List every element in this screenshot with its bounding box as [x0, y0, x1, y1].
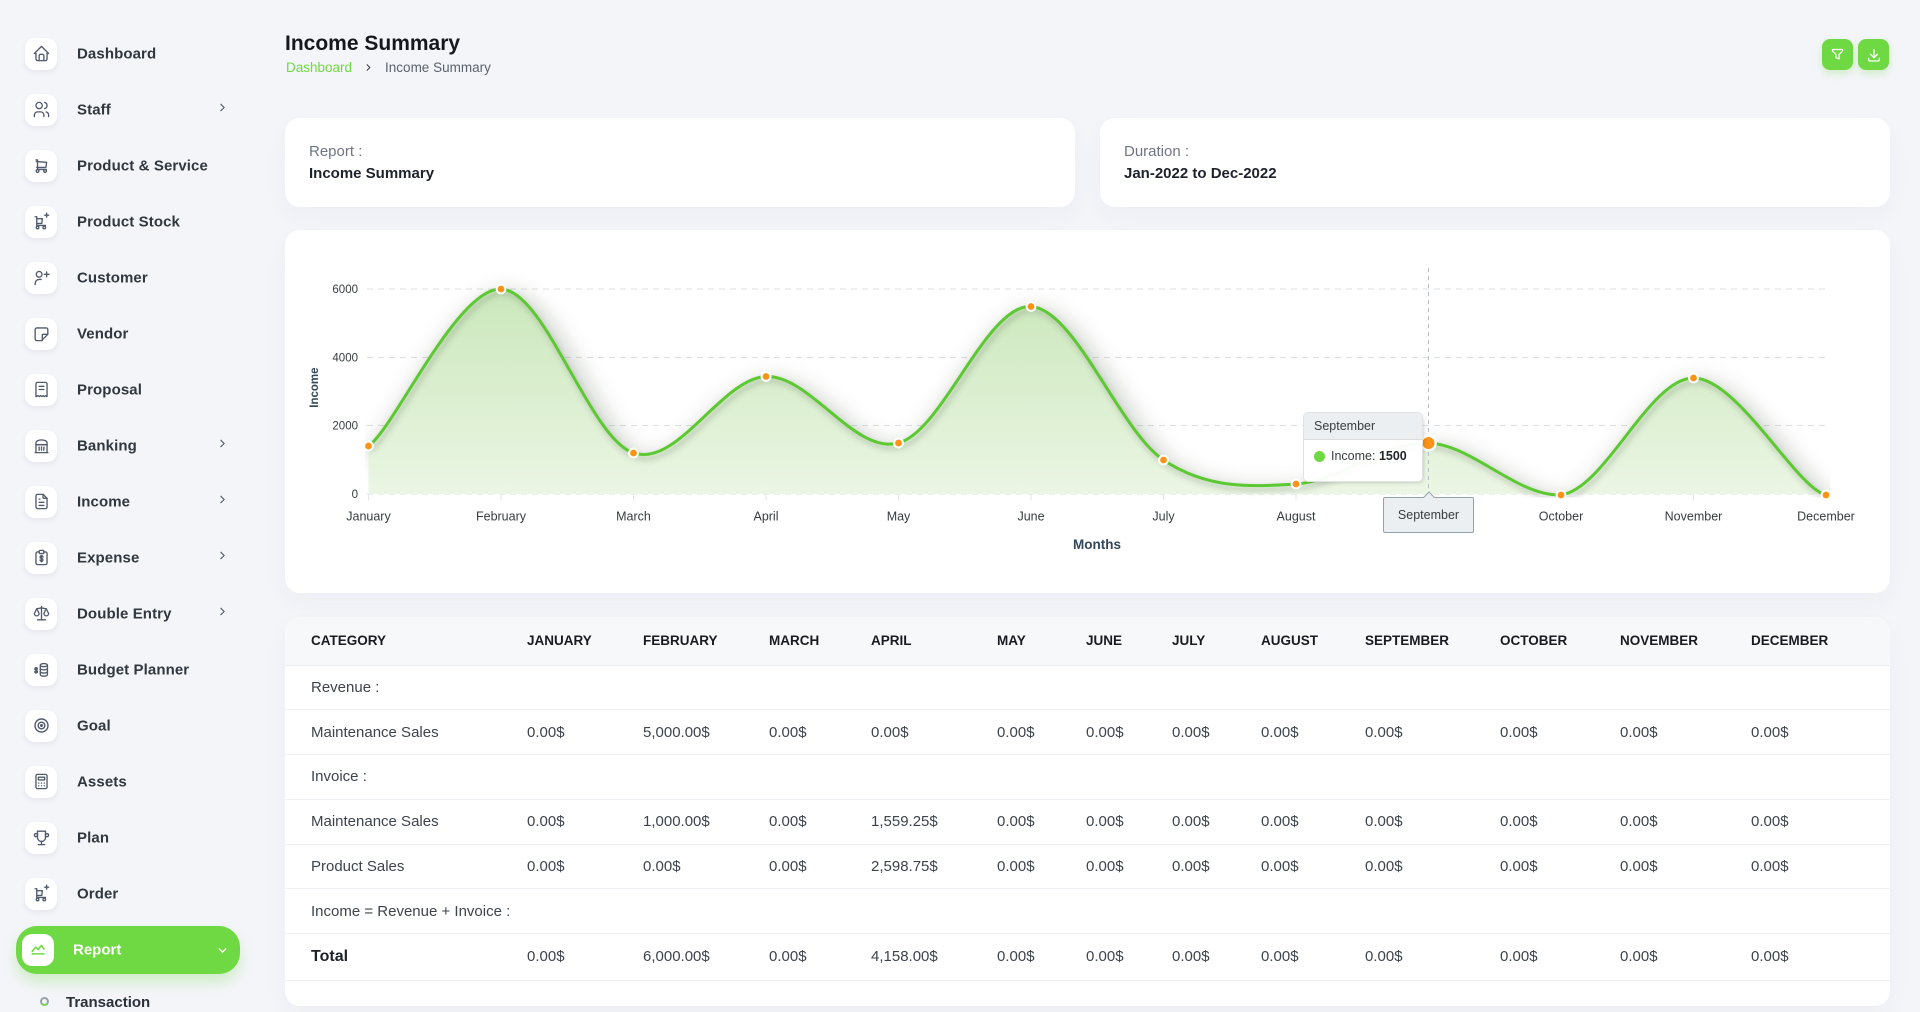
svg-text:May: May — [887, 510, 911, 524]
svg-text:August: August — [1277, 510, 1316, 524]
svg-text:July: July — [1152, 510, 1175, 524]
svg-text:January: January — [346, 510, 391, 524]
svg-text:June: June — [1017, 510, 1044, 524]
svg-text:4000: 4000 — [332, 353, 358, 365]
svg-text:2000: 2000 — [332, 421, 358, 433]
svg-text:November: November — [1665, 510, 1723, 524]
svg-text:October: October — [1539, 510, 1583, 524]
svg-text:February: February — [476, 510, 527, 524]
svg-text:April: April — [753, 510, 778, 524]
svg-text:March: March — [616, 510, 651, 524]
svg-text:6000: 6000 — [332, 284, 358, 296]
svg-text:0: 0 — [352, 489, 358, 501]
svg-text:December: December — [1797, 510, 1855, 524]
svg-text:Income: Income — [309, 367, 321, 407]
svg-text:Months: Months — [1073, 537, 1121, 552]
